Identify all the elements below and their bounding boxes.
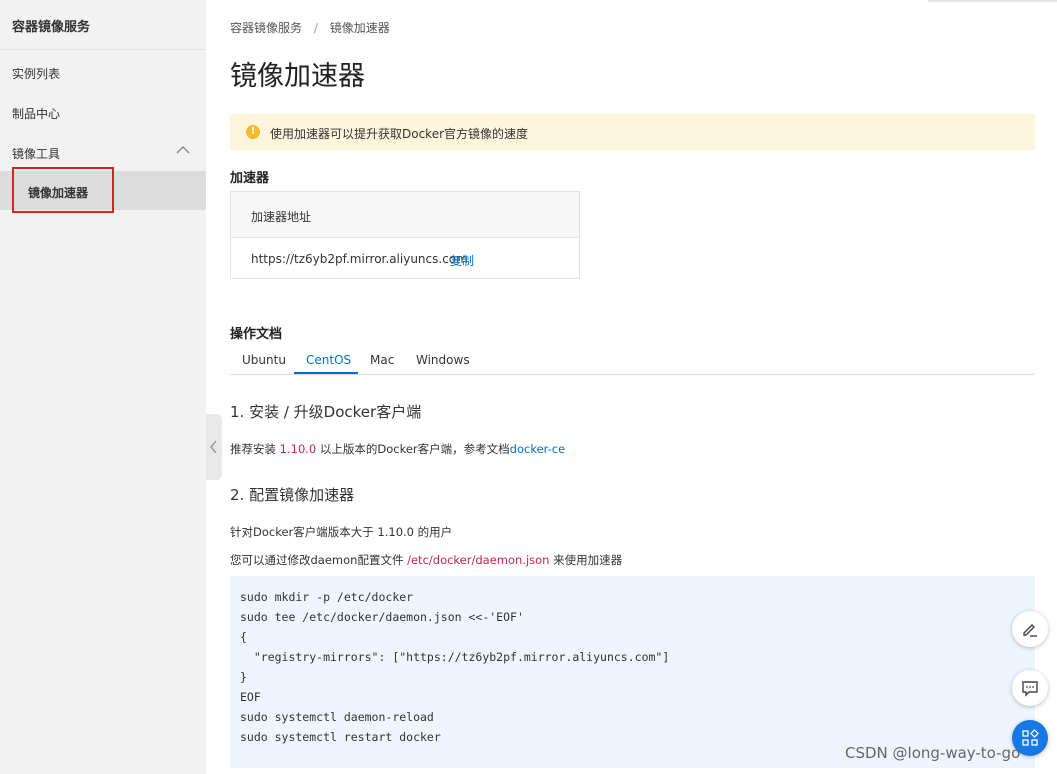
apps-icon [1022,729,1039,746]
highlight-box [12,167,114,213]
step1-middle: 以上版本的Docker客户端，参考文档 [316,442,510,456]
copy-button[interactable]: 复制 [450,252,474,269]
active-tab-indicator [294,372,358,374]
step2-prefix: 您可以通过修改daemon配置文件 [230,553,408,567]
sidebar-divider [0,49,206,50]
accelerator-table-header: 加速器地址 [231,192,579,238]
accelerator-table: 加速器地址 https://tz6yb2pf.mirror.aliyuncs.c… [230,191,580,279]
sidebar-item-artifact-center[interactable]: 制品中心 [12,105,60,122]
code-block: sudo mkdir -p /etc/docker sudo tee /etc/… [230,576,1035,768]
watermark: CSDN @long-way-to-go [845,744,1021,762]
breadcrumb-separator: / [313,21,318,35]
docker-ce-link[interactable]: docker-ce [510,442,566,456]
docs-section-title: 操作文档 [230,327,283,342]
tab-windows[interactable]: Windows [416,353,470,367]
tab-ubuntu[interactable]: Ubuntu [242,353,286,367]
chat-icon [1022,681,1038,697]
step2-suffix: 来使用加速器 [549,553,623,567]
sidebar-item-image-tools[interactable]: 镜像工具 [12,145,60,162]
breadcrumb-current: 镜像加速器 [329,21,390,35]
accelerator-header-label: 加速器地址 [251,210,312,224]
sidebar: 容器镜像服务 实例列表 制品中心 镜像工具 镜像加速器 [0,0,206,774]
notice-banner: ! 使用加速器可以提升获取Docker官方镜像的速度 [230,114,1035,150]
step1-text: 推荐安装 1.10.0 以上版本的Docker客户端，参考文档docker-ce [230,441,565,457]
sidebar-collapse-handle[interactable] [206,414,222,480]
breadcrumb: 容器镜像服务 / 镜像加速器 [230,19,390,36]
edit-icon [1023,624,1037,637]
edit-button[interactable] [1012,611,1048,647]
tab-centos[interactable]: CentOS [306,353,351,367]
step2-title: 2. 配置镜像加速器 [230,486,355,504]
accelerator-url: https://tz6yb2pf.mirror.aliyuncs.com [251,252,468,266]
top-gray-line [928,0,1057,2]
breadcrumb-root[interactable]: 容器镜像服务 [230,21,302,35]
os-tabs: Ubuntu CentOS Mac Windows [230,348,1035,375]
step2-line2: 您可以通过修改daemon配置文件 /etc/docker/daemon.jso… [230,552,622,568]
sidebar-title: 容器镜像服务 [12,20,91,35]
daemon-json-path: /etc/docker/daemon.json [407,553,550,567]
step2-line1: 针对Docker客户端版本大于 1.10.0 的用户 [230,525,453,539]
chat-button[interactable] [1012,670,1048,706]
chevron-up-icon[interactable] [176,145,190,155]
warning-icon: ! [246,125,260,139]
step1-prefix: 推荐安装 [230,442,280,456]
code-content[interactable]: sudo mkdir -p /etc/docker sudo tee /etc/… [240,587,669,747]
page-title: 镜像加速器 [230,61,365,92]
chevron-left-icon [210,440,217,454]
notice-text: 使用加速器可以提升获取Docker官方镜像的速度 [270,127,529,141]
sidebar-item-instances[interactable]: 实例列表 [12,65,60,82]
step1-title: 1. 安装 / 升级Docker客户端 [230,403,422,421]
tab-mac[interactable]: Mac [370,353,394,367]
accelerator-section-title: 加速器 [230,171,270,186]
step1-version: 1.10.0 [279,442,317,456]
